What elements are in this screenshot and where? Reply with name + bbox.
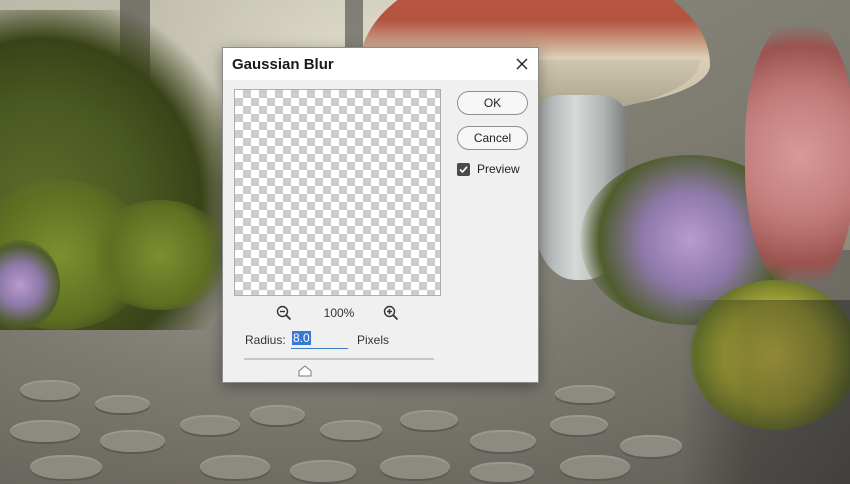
path-stone [250, 405, 305, 427]
path-stone [180, 415, 240, 437]
close-button[interactable] [512, 54, 532, 74]
zoom-level: 100% [323, 306, 355, 320]
preview-toggle[interactable]: Preview [457, 161, 520, 177]
path-stone [320, 420, 382, 442]
path-shadow [680, 300, 850, 484]
slider-thumb-icon [298, 365, 312, 377]
path-stone [620, 435, 682, 459]
path-stone [200, 455, 270, 481]
radius-input[interactable]: 8.0 [291, 331, 348, 349]
zoom-out-button[interactable] [275, 304, 293, 322]
path-stone [550, 415, 608, 437]
path-stone [95, 395, 150, 415]
ok-button[interactable]: OK [457, 91, 528, 115]
radius-slider-track[interactable] [244, 358, 434, 360]
path-stone [100, 430, 165, 454]
path-stone [20, 380, 80, 402]
zoom-out-icon [276, 305, 292, 321]
checkmark-icon [459, 165, 468, 173]
path-stone [10, 420, 80, 444]
dialog-titlebar: Gaussian Blur [223, 48, 538, 80]
path-stone [380, 455, 450, 481]
path-stone [560, 455, 630, 481]
path-stone [470, 430, 536, 454]
radius-value: 8.0 [292, 331, 311, 345]
moss-patch [90, 200, 230, 310]
path-stone [290, 460, 356, 484]
dialog-title: Gaussian Blur [232, 56, 334, 73]
gaussian-blur-dialog: Gaussian Blur 100% Radius: 8.0 Pixels OK… [222, 47, 539, 383]
preview-label: Preview [477, 162, 520, 176]
zoom-in-icon [383, 305, 399, 321]
pink-flower-foreground [745, 20, 850, 290]
radius-label: Radius: [245, 333, 286, 347]
cancel-button[interactable]: Cancel [457, 126, 528, 150]
units-label: Pixels [357, 333, 390, 347]
zoom-in-button[interactable] [382, 304, 400, 322]
path-stone [30, 455, 102, 481]
path-stone [400, 410, 458, 432]
preview-checkbox[interactable] [457, 162, 470, 176]
blur-preview-area[interactable] [234, 89, 441, 296]
close-icon [516, 58, 528, 70]
path-stone [470, 462, 534, 484]
radius-slider-thumb[interactable] [298, 364, 312, 377]
path-stone [555, 385, 615, 405]
